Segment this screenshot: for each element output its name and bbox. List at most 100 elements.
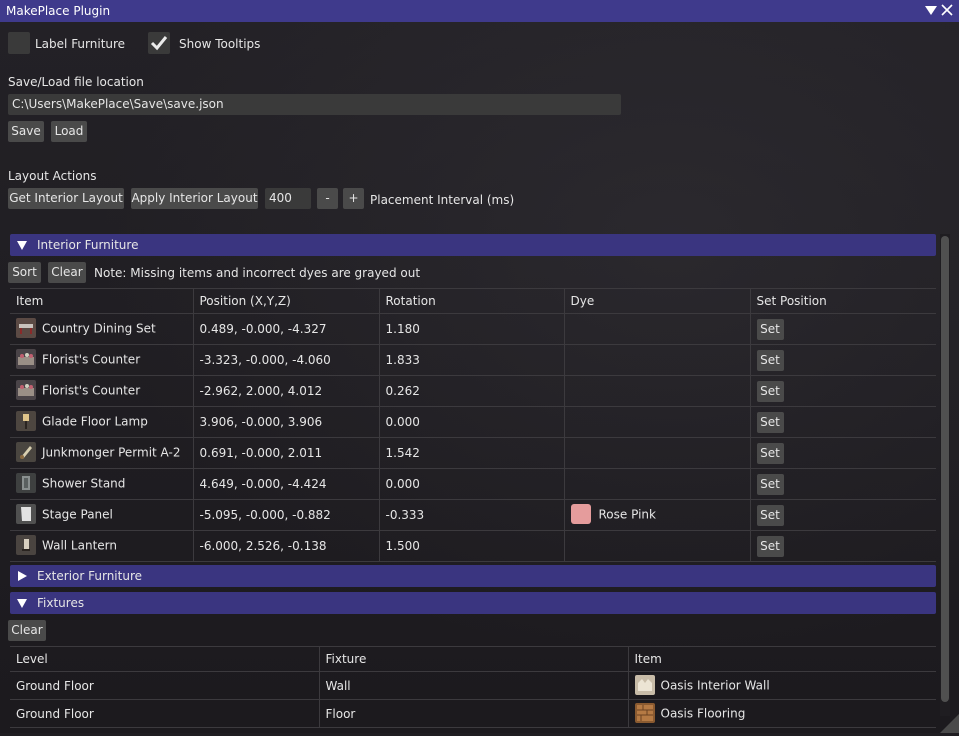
file-path-input[interactable] — [8, 94, 621, 115]
sort-button[interactable]: Sort — [8, 262, 41, 283]
interior-furniture-table: Item Position (X,Y,Z) Rotation Dye Set P… — [10, 288, 936, 562]
table-row[interactable]: Junkmonger Permit A-2 0.691, -0.000, 2.0… — [10, 437, 936, 469]
exterior-furniture-title: Exterior Furniture — [37, 569, 143, 583]
fixtures-clear-button[interactable]: Clear — [8, 620, 46, 641]
column-header: Rotation — [379, 288, 565, 314]
scrollbar-thumb[interactable] — [941, 236, 949, 702]
table-row[interactable]: Florist's Counter -3.323, -0.000, -4.060… — [10, 344, 936, 376]
item-position: 4.649, -0.000, -4.424 — [193, 468, 380, 500]
column-header: Level — [10, 646, 320, 672]
column-header: Item — [10, 288, 194, 314]
item-position: 0.691, -0.000, 2.011 — [193, 437, 380, 469]
item-dye — [564, 437, 751, 469]
label-furniture-checkbox[interactable] — [8, 32, 30, 54]
item-name: Florist's Counter — [42, 352, 141, 367]
column-header: Fixture — [319, 646, 629, 672]
collapsed-arrow-icon — [16, 570, 28, 585]
fixtures-title: Fixtures — [37, 596, 85, 610]
table-row: Ground Floor Wall Oasis Interior Wall — [10, 671, 936, 700]
florist-counter-icon — [16, 380, 36, 400]
interior-clear-button[interactable]: Clear — [48, 262, 86, 283]
title-bar[interactable]: MakePlace Plugin — [0, 0, 959, 22]
interval-increment-button[interactable]: + — [343, 188, 364, 209]
fixture-type: Floor — [319, 699, 629, 728]
florist-counter-icon — [16, 349, 36, 369]
floor-lamp-icon — [16, 411, 36, 431]
expanded-arrow-icon — [16, 239, 28, 254]
item-position: 3.906, -0.000, 3.906 — [193, 406, 380, 438]
close-icon[interactable] — [940, 3, 954, 17]
show-tooltips-checkbox[interactable] — [148, 32, 170, 54]
load-button[interactable]: Load — [51, 121, 87, 142]
column-header: Dye — [564, 288, 751, 314]
item-dye: Rose Pink — [564, 499, 751, 531]
set-position-button[interactable]: Set — [756, 473, 784, 495]
dye-color-swatch[interactable] — [570, 504, 591, 524]
item-name: Junkmonger Permit A-2 — [42, 445, 181, 460]
exterior-furniture-header[interactable]: Exterior Furniture — [10, 565, 936, 587]
interior-furniture-header[interactable]: Interior Furniture — [10, 234, 936, 256]
item-rotation: 1.542 — [379, 437, 565, 469]
item-rotation: 0.000 — [379, 406, 565, 438]
fixture-item-name: Oasis Flooring — [660, 706, 746, 720]
placement-interval-input[interactable] — [265, 188, 311, 209]
item-rotation: 1.500 — [379, 530, 565, 562]
item-dye — [564, 375, 751, 407]
set-position-button[interactable]: Set — [756, 380, 784, 402]
dye-name: Rose Pink — [598, 507, 656, 522]
item-dye — [564, 406, 751, 438]
stage-panel-icon — [16, 504, 36, 524]
set-position-button[interactable]: Set — [756, 442, 784, 464]
item-rotation: 0.262 — [379, 375, 565, 407]
dining-set-icon — [16, 318, 36, 338]
table-row[interactable]: Country Dining Set 0.489, -0.000, -4.327… — [10, 313, 936, 345]
item-position: -5.095, -0.000, -0.882 — [193, 499, 380, 531]
shower-stand-icon — [16, 473, 36, 493]
table-row[interactable]: Shower Stand 4.649, -0.000, -4.424 0.000… — [10, 468, 936, 500]
collapse-triangle-icon[interactable] — [924, 3, 938, 17]
apply-interior-layout-button[interactable]: Apply Interior Layout — [131, 188, 258, 209]
expanded-arrow-icon — [16, 597, 28, 612]
set-position-button[interactable]: Set — [756, 411, 784, 433]
interval-decrement-button[interactable]: - — [317, 188, 338, 209]
item-rotation: 1.833 — [379, 344, 565, 376]
item-name: Stage Panel — [42, 507, 113, 522]
label-furniture-label: Label Furniture — [35, 37, 126, 51]
item-position: 0.489, -0.000, -4.327 — [193, 313, 380, 345]
fixture-level: Ground Floor — [10, 671, 320, 700]
set-position-button[interactable]: Set — [756, 535, 784, 557]
wall-lantern-icon — [16, 535, 36, 555]
item-position: -6.000, 2.526, -0.138 — [193, 530, 380, 562]
checkmark-icon — [150, 36, 168, 51]
item-name: Wall Lantern — [42, 538, 117, 553]
item-dye — [564, 468, 751, 500]
file-location-label: Save/Load file location — [8, 75, 144, 89]
show-tooltips-label: Show Tooltips — [179, 37, 261, 51]
table-row[interactable]: Florist's Counter -2.962, 2.000, 4.012 0… — [10, 375, 936, 407]
get-interior-layout-button[interactable]: Get Interior Layout — [8, 188, 124, 209]
set-position-button[interactable]: Set — [756, 504, 784, 526]
set-position-button[interactable]: Set — [756, 349, 784, 371]
fixtures-header[interactable]: Fixtures — [10, 592, 936, 614]
set-position-button[interactable]: Set — [756, 318, 784, 340]
fixture-item-name: Oasis Interior Wall — [660, 678, 770, 692]
column-header: Set Position — [750, 288, 936, 314]
vertical-scrollbar[interactable] — [940, 234, 950, 716]
interior-furniture-title: Interior Furniture — [37, 238, 139, 252]
item-name: Country Dining Set — [42, 321, 156, 336]
item-position: -2.962, 2.000, 4.012 — [193, 375, 380, 407]
table-row: Ground Floor Floor Oasis Flooring — [10, 699, 936, 728]
table-header-row: Level Fixture Item — [10, 646, 936, 672]
item-rotation: -0.333 — [379, 499, 565, 531]
permit-scroll-icon — [16, 442, 36, 462]
window-title: MakePlace Plugin — [6, 4, 111, 18]
table-row[interactable]: Glade Floor Lamp 3.906, -0.000, 3.906 0.… — [10, 406, 936, 438]
item-name: Glade Floor Lamp — [42, 414, 148, 429]
fixture-type: Wall — [319, 671, 629, 700]
fixtures-table: Level Fixture Item Ground Floor Wall Oas… — [10, 646, 936, 728]
table-row[interactable]: Stage Panel -5.095, -0.000, -0.882 -0.33… — [10, 499, 936, 531]
save-button[interactable]: Save — [8, 121, 44, 142]
flooring-icon — [634, 702, 655, 723]
table-row[interactable]: Wall Lantern -6.000, 2.526, -0.138 1.500… — [10, 530, 936, 562]
interior-note: Note: Missing items and incorrect dyes a… — [94, 266, 421, 280]
